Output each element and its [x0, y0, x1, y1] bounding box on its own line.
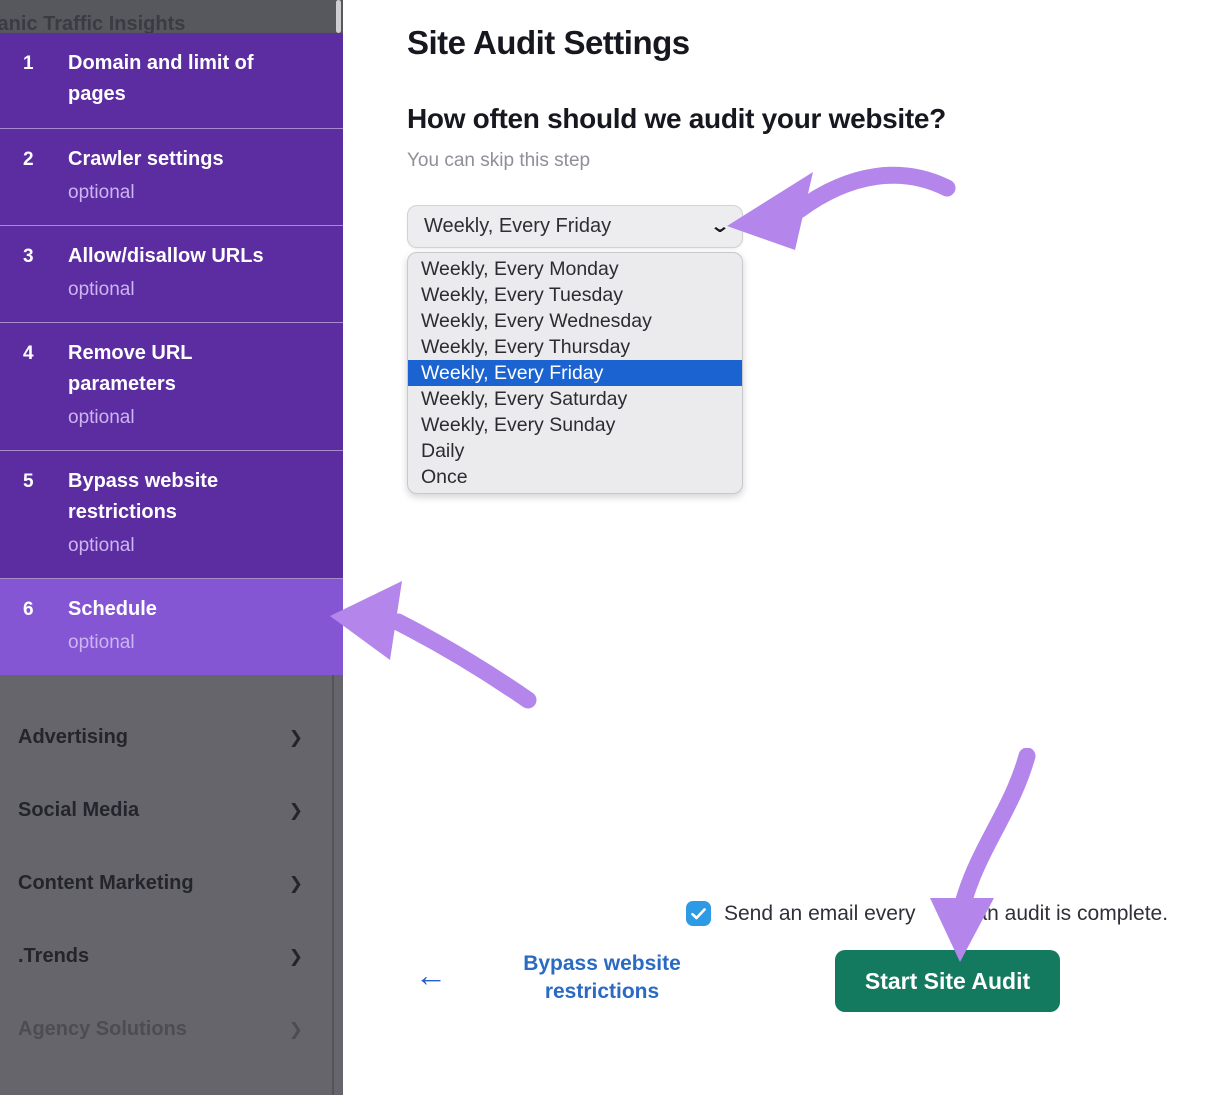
- bypass-website-restrictions-link[interactable]: Bypass website restrictions: [501, 950, 703, 1006]
- sidebar-item-trends[interactable]: .Trends ❯: [0, 920, 343, 993]
- email-notification-row: Send an email every an audit is complete…: [686, 901, 1168, 926]
- step-number: 6: [0, 594, 68, 657]
- step-item-schedule[interactable]: 6 Schedule optional: [0, 579, 343, 675]
- chevron-right-icon: ❯: [289, 874, 303, 894]
- optional-tag: optional: [68, 628, 300, 657]
- sidebar-menu: Advertising ❯ Social Media ❯ Content Mar…: [0, 675, 343, 1095]
- skip-hint-text: You can skip this step: [407, 150, 590, 172]
- optional-tag: optional: [68, 531, 300, 560]
- menu-label: Agency Solutions: [18, 1018, 187, 1041]
- section-heading: How often should we audit your website?: [407, 103, 946, 135]
- step-number: 5: [0, 466, 68, 560]
- optional-tag: optional: [68, 403, 300, 432]
- main-content: Site Audit Settings How often should we …: [343, 0, 1230, 1044]
- option-weekly-tuesday[interactable]: Weekly, Every Tuesday: [408, 282, 742, 308]
- step-item-remove-url-parameters[interactable]: 4 Remove URL parameters optional: [0, 323, 343, 451]
- frequency-options-list: Weekly, Every Monday Weekly, Every Tuesd…: [407, 252, 743, 494]
- step-label: Bypass website restrictions: [68, 470, 218, 523]
- option-once[interactable]: Once: [408, 464, 742, 490]
- step-number: 1: [0, 48, 68, 110]
- step-item-crawler-settings[interactable]: 2 Crawler settings optional: [0, 129, 343, 226]
- menu-label: Social Media: [18, 799, 139, 822]
- step-label: Allow/disallow URLs: [68, 245, 264, 267]
- option-weekly-monday[interactable]: Weekly, Every Monday: [408, 256, 742, 282]
- chevron-down-icon: ⌄: [709, 215, 730, 238]
- back-button[interactable]: ←: [415, 957, 447, 994]
- step-label: Crawler settings: [68, 148, 224, 170]
- sidebar-item-organic-traffic-insights[interactable]: Organic Traffic Insights: [0, 0, 343, 33]
- chevron-right-icon: ❯: [289, 728, 303, 748]
- step-number: 4: [0, 338, 68, 432]
- optional-tag: optional: [68, 178, 300, 207]
- menu-label: .Trends: [18, 945, 89, 968]
- chevron-right-icon: ❯: [289, 1020, 303, 1040]
- sidebar-item-social-media[interactable]: Social Media ❯: [0, 774, 343, 847]
- page-title: Site Audit Settings: [407, 24, 690, 62]
- step-number: 2: [0, 144, 68, 207]
- wizard-steps: 1 Domain and limit of pages 2 Crawler se…: [0, 33, 343, 675]
- step-label: Remove URL parameters: [68, 342, 192, 395]
- back-arrow-icon: ←: [415, 957, 447, 993]
- step-label: Schedule: [68, 598, 157, 620]
- sidebar: Organic Traffic Insights 1 Domain and li…: [0, 0, 343, 1044]
- menu-label: Content Marketing: [18, 872, 194, 895]
- sidebar-item-label: Organic Traffic Insights: [0, 13, 185, 33]
- email-label-before: Send an email every: [724, 902, 915, 926]
- option-weekly-thursday[interactable]: Weekly, Every Thursday: [408, 334, 742, 360]
- scrollbar[interactable]: [336, 0, 341, 33]
- start-site-audit-button[interactable]: Start Site Audit: [835, 950, 1060, 1012]
- select-value: Weekly, Every Friday: [424, 215, 712, 238]
- menu-label: Advertising: [18, 726, 128, 749]
- audit-frequency-select[interactable]: Weekly, Every Friday ⌄: [407, 205, 743, 248]
- chevron-right-icon: ❯: [289, 947, 303, 967]
- check-icon: [691, 908, 706, 920]
- step-item-allow-disallow-urls[interactable]: 3 Allow/disallow URLs optional: [0, 226, 343, 323]
- option-weekly-saturday[interactable]: Weekly, Every Saturday: [408, 386, 742, 412]
- sidebar-item-content-marketing[interactable]: Content Marketing ❯: [0, 847, 343, 920]
- option-weekly-friday-selected[interactable]: Weekly, Every Friday: [408, 360, 742, 386]
- step-number: 3: [0, 241, 68, 304]
- option-weekly-wednesday[interactable]: Weekly, Every Wednesday: [408, 308, 742, 334]
- step-item-bypass-website-restrictions[interactable]: 5 Bypass website restrictions optional: [0, 451, 343, 579]
- sidebar-item-advertising[interactable]: Advertising ❯: [0, 701, 343, 774]
- option-daily[interactable]: Daily: [408, 438, 742, 464]
- option-weekly-sunday[interactable]: Weekly, Every Sunday: [408, 412, 742, 438]
- email-label-after: an audit is complete.: [975, 902, 1168, 926]
- step-label: Domain and limit of pages: [68, 52, 254, 105]
- chevron-right-icon: ❯: [289, 801, 303, 821]
- spacer: [915, 902, 975, 926]
- email-checkbox[interactable]: [686, 901, 711, 926]
- optional-tag: optional: [68, 275, 300, 304]
- step-item-domain-and-limit[interactable]: 1 Domain and limit of pages: [0, 33, 343, 129]
- sidebar-item-agency-solutions[interactable]: Agency Solutions ❯: [0, 993, 343, 1066]
